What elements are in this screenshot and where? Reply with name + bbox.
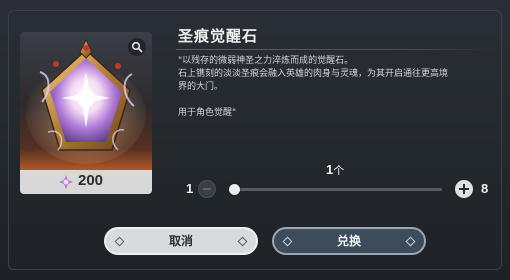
quantity-min: 1 <box>186 181 194 196</box>
diamond-ornament-icon <box>237 236 248 247</box>
quantity-max: 8 <box>481 181 489 196</box>
decrease-button[interactable] <box>198 180 216 198</box>
quantity-slider[interactable] <box>232 188 442 191</box>
increase-button[interactable] <box>455 180 473 198</box>
purple-crystal-icon <box>59 175 73 189</box>
slider-thumb[interactable] <box>229 184 240 195</box>
diamond-ornament-icon <box>282 236 293 247</box>
diamond-ornament-icon <box>405 236 416 247</box>
description-line: 界的大门。 <box>178 82 224 92</box>
item-description: "以残存的微弱神圣之力淬炼而成的觉醒石。 石上镌刻的淡淡圣痕会融入英雄的肉身与灵… <box>178 55 494 120</box>
description-line <box>178 94 494 107</box>
exchange-button-label: 兑换 <box>336 234 361 248</box>
title-divider <box>176 49 494 50</box>
item-title: 圣痕觉醒石 <box>178 27 259 45</box>
description-line: "以残存的微弱神圣之力淬炼而成的觉醒石。 <box>178 56 354 66</box>
price-bar: 200 <box>20 170 152 194</box>
item-card[interactable]: 200 <box>20 32 152 194</box>
diamond-ornament-icon <box>114 236 125 247</box>
price-value: 200 <box>78 172 104 189</box>
cancel-button-label: 取消 <box>168 234 193 248</box>
cancel-button[interactable]: 取消 <box>104 227 258 255</box>
zoom-button[interactable] <box>128 38 146 56</box>
description-line: 石上镌刻的淡淡圣痕会融入英雄的肉身与灵魂，为其开启通往更高境 <box>178 69 449 79</box>
description-line: 用于角色觉醒" <box>178 108 237 118</box>
exchange-button[interactable]: 兑换 <box>272 227 426 255</box>
quantity-label: 1个 <box>326 162 344 178</box>
quantity-unit: 个 <box>333 164 345 177</box>
magnifier-icon <box>131 41 143 53</box>
exchange-dialog: 200 圣痕觉醒石 "以残存的微弱神圣之力淬炼而成的觉醒石。 石上镌刻的淡淡圣痕… <box>0 0 510 280</box>
